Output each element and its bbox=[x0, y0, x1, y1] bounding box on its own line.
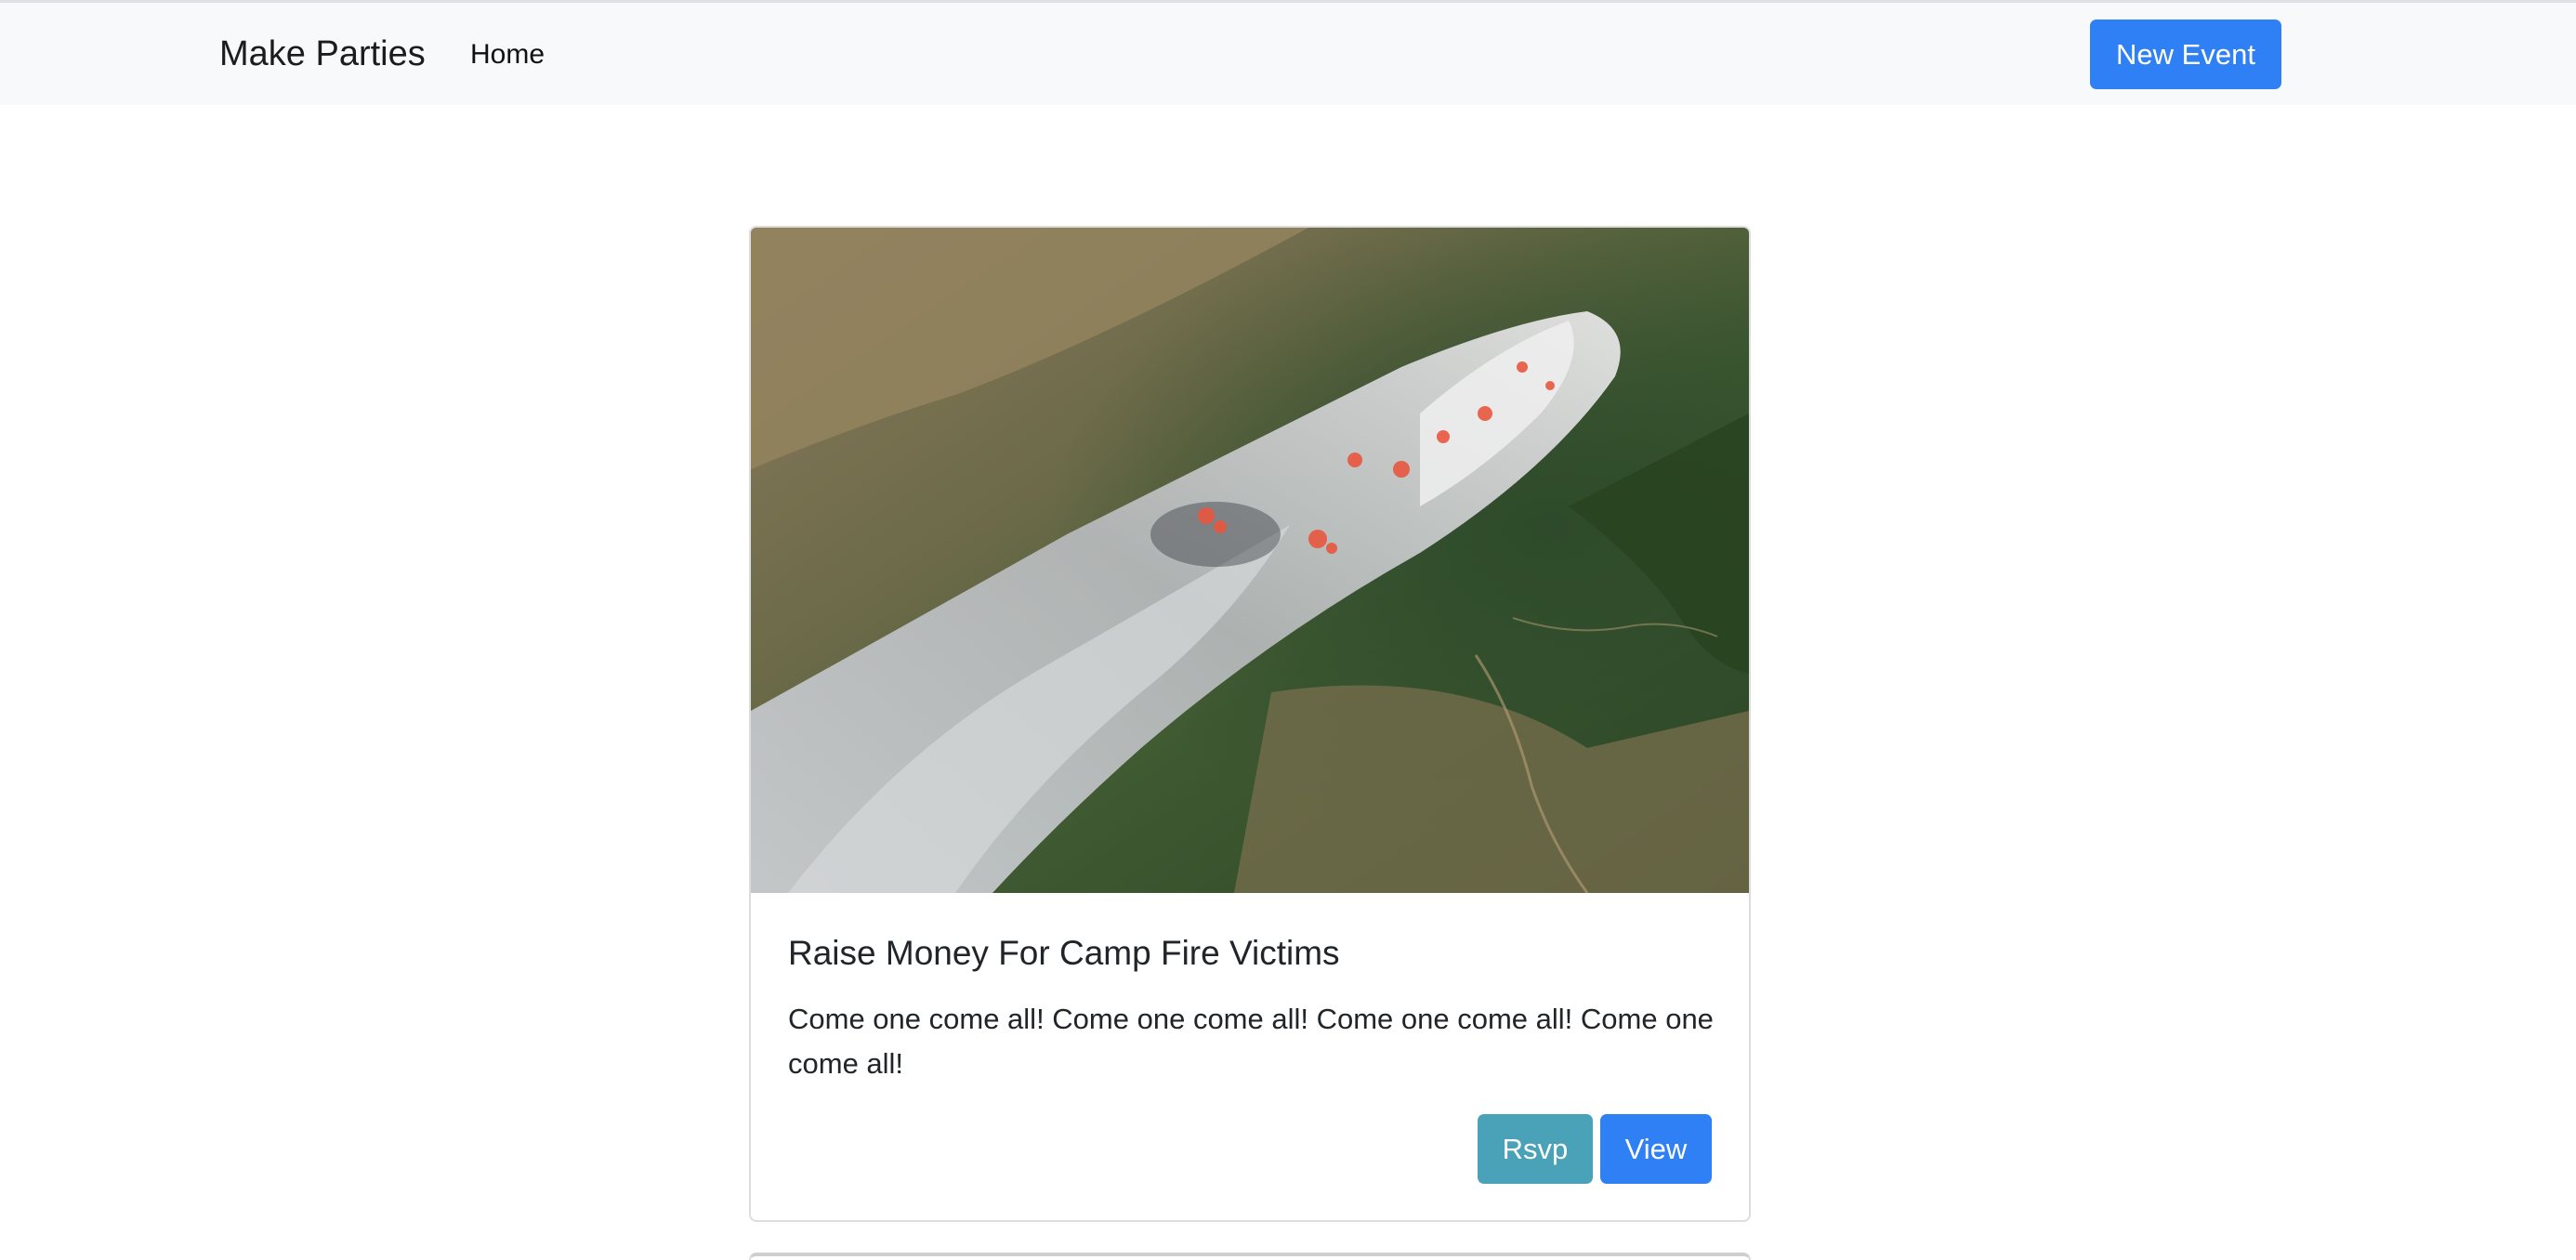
event-description: Come one come all! Come one come all! Co… bbox=[788, 1003, 1714, 1080]
navbar-brand[interactable]: Make Parties bbox=[219, 31, 426, 77]
event-card: Raise Money For Camp Fire Victims Come o… bbox=[749, 226, 1751, 1222]
navbar: Make Parties Home New Event bbox=[0, 3, 2576, 105]
event-title: Raise Money For Camp Fire Victims bbox=[788, 934, 1340, 972]
view-button[interactable]: View bbox=[1600, 1114, 1712, 1184]
event-image bbox=[751, 228, 1749, 893]
nav-link-home[interactable]: Home bbox=[470, 34, 545, 75]
new-event-button[interactable]: New Event bbox=[2090, 20, 2281, 89]
next-event-card bbox=[749, 1253, 1751, 1260]
rsvp-button[interactable]: Rsvp bbox=[1478, 1114, 1593, 1184]
